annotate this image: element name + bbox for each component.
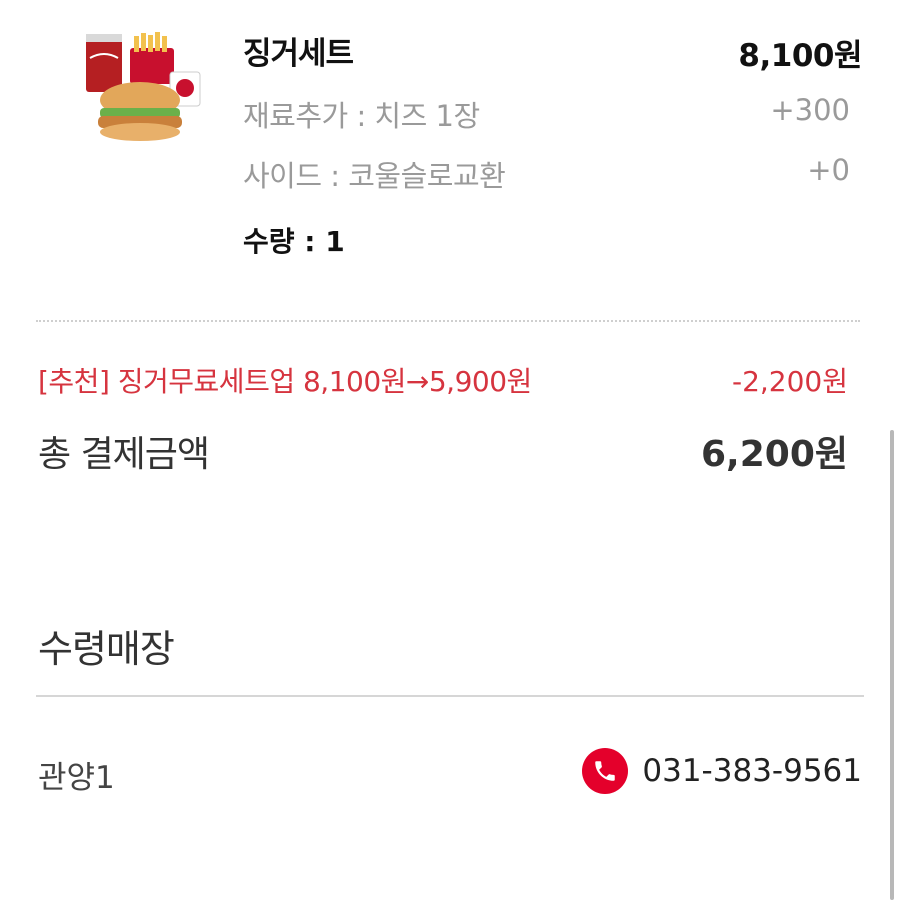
store-name: 관양1 [38, 760, 115, 796]
scrollbar[interactable] [890, 430, 894, 900]
option-label: 사이드 : 코울슬로교환 [243, 159, 506, 193]
store-phone-link[interactable]: 031-383-9561 [582, 748, 862, 794]
item-thumbnail [80, 28, 208, 144]
option-price: +0 [807, 153, 850, 187]
dotted-divider [36, 320, 860, 322]
item-price: 8,100원 [738, 38, 862, 74]
phone-number[interactable]: 031-383-9561 [642, 753, 862, 789]
total-amount: 6,200원 [701, 434, 848, 475]
promo-recommendation[interactable]: [추천] 징거무료세트업 8,100원→5,900원 [38, 360, 532, 400]
item-quantity: 수량 : 1 [243, 225, 345, 258]
section-divider [36, 695, 864, 697]
option-price: +300 [770, 93, 850, 127]
promo-discount: -2,200원 [731, 365, 848, 398]
item-name: 징거세트 [243, 36, 354, 72]
pickup-store-title: 수령매장 [38, 627, 175, 671]
option-label: 재료추가 : 치즈 1장 [243, 99, 480, 133]
phone-icon[interactable] [582, 748, 629, 794]
burger-set-icon [86, 32, 201, 141]
total-label: 총 결제금액 [38, 434, 210, 475]
